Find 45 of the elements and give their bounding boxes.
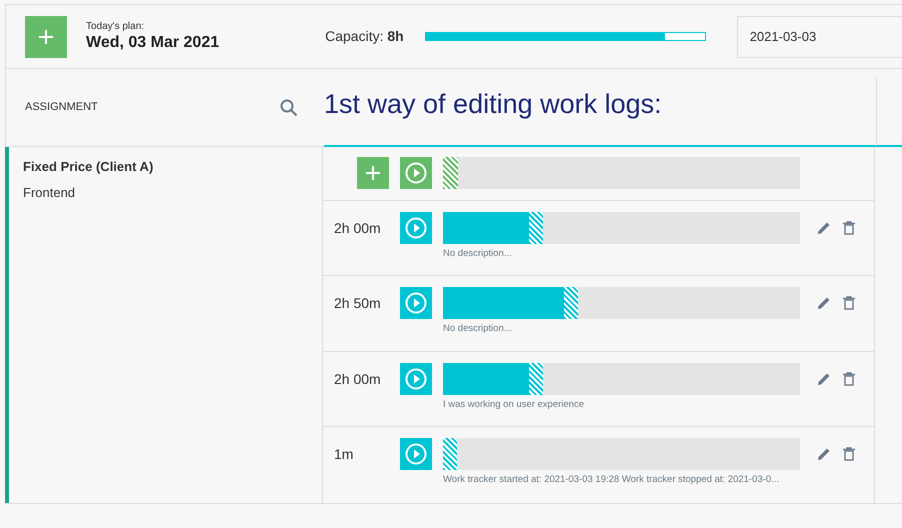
play-icon	[405, 216, 427, 239]
hatched-segment	[564, 287, 578, 320]
trash-icon[interactable]	[843, 296, 855, 310]
log-description: No description...	[443, 246, 513, 261]
plan-label: Today's plan:	[86, 20, 146, 32]
column-header: ASSIGNMENT	[25, 100, 98, 116]
log-description: I was working on user experience	[443, 398, 585, 412]
play-button[interactable]	[400, 287, 432, 320]
task-name: Frontend	[23, 184, 76, 202]
search-icon[interactable]	[280, 98, 298, 116]
plus-icon	[365, 165, 381, 182]
log-description: Work tracker started at: 2021-03-03 19:28 Work tracker stopped at: 2021-03-0...	[443, 473, 780, 488]
play-icon	[405, 368, 427, 390]
start-timer-button[interactable]	[400, 157, 432, 190]
date-field[interactable]: 2021-03-03	[736, 16, 902, 58]
section-title: 1st way of editing work logs:	[324, 88, 662, 121]
add-log-button[interactable]	[357, 157, 389, 190]
date-value: 2021-03-03	[750, 28, 816, 46]
hatched-segment	[528, 362, 543, 395]
hatched-segment	[528, 212, 543, 244]
pencil-icon[interactable]	[817, 220, 831, 235]
hatched-segment	[443, 157, 458, 190]
play-icon	[405, 443, 427, 466]
add-button[interactable]	[25, 16, 67, 58]
hatched-segment	[443, 438, 457, 470]
duration-text: 2h 50m	[334, 294, 382, 314]
duration-text: 2h 00m	[334, 218, 382, 238]
plus-icon	[38, 28, 54, 44]
trash-icon[interactable]	[843, 447, 855, 462]
duration-text: 2h 00m	[334, 370, 382, 389]
plan-date: Wed, 03 Mar 2021	[86, 32, 220, 52]
log-description: No description...	[443, 322, 513, 336]
play-icon	[405, 162, 427, 184]
play-icon	[405, 292, 427, 314]
play-button[interactable]	[400, 212, 432, 244]
duration-text: 1m	[334, 445, 354, 464]
pencil-icon[interactable]	[817, 296, 831, 310]
play-button[interactable]	[400, 438, 432, 470]
pencil-icon[interactable]	[817, 447, 831, 462]
assignment-name: Fixed Price (Client A)	[23, 158, 154, 176]
trash-icon[interactable]	[843, 220, 855, 235]
pencil-icon[interactable]	[817, 372, 831, 386]
trash-icon[interactable]	[843, 372, 855, 386]
play-button[interactable]	[400, 362, 432, 395]
capacity-label: Capacity: 8h	[325, 27, 404, 46]
